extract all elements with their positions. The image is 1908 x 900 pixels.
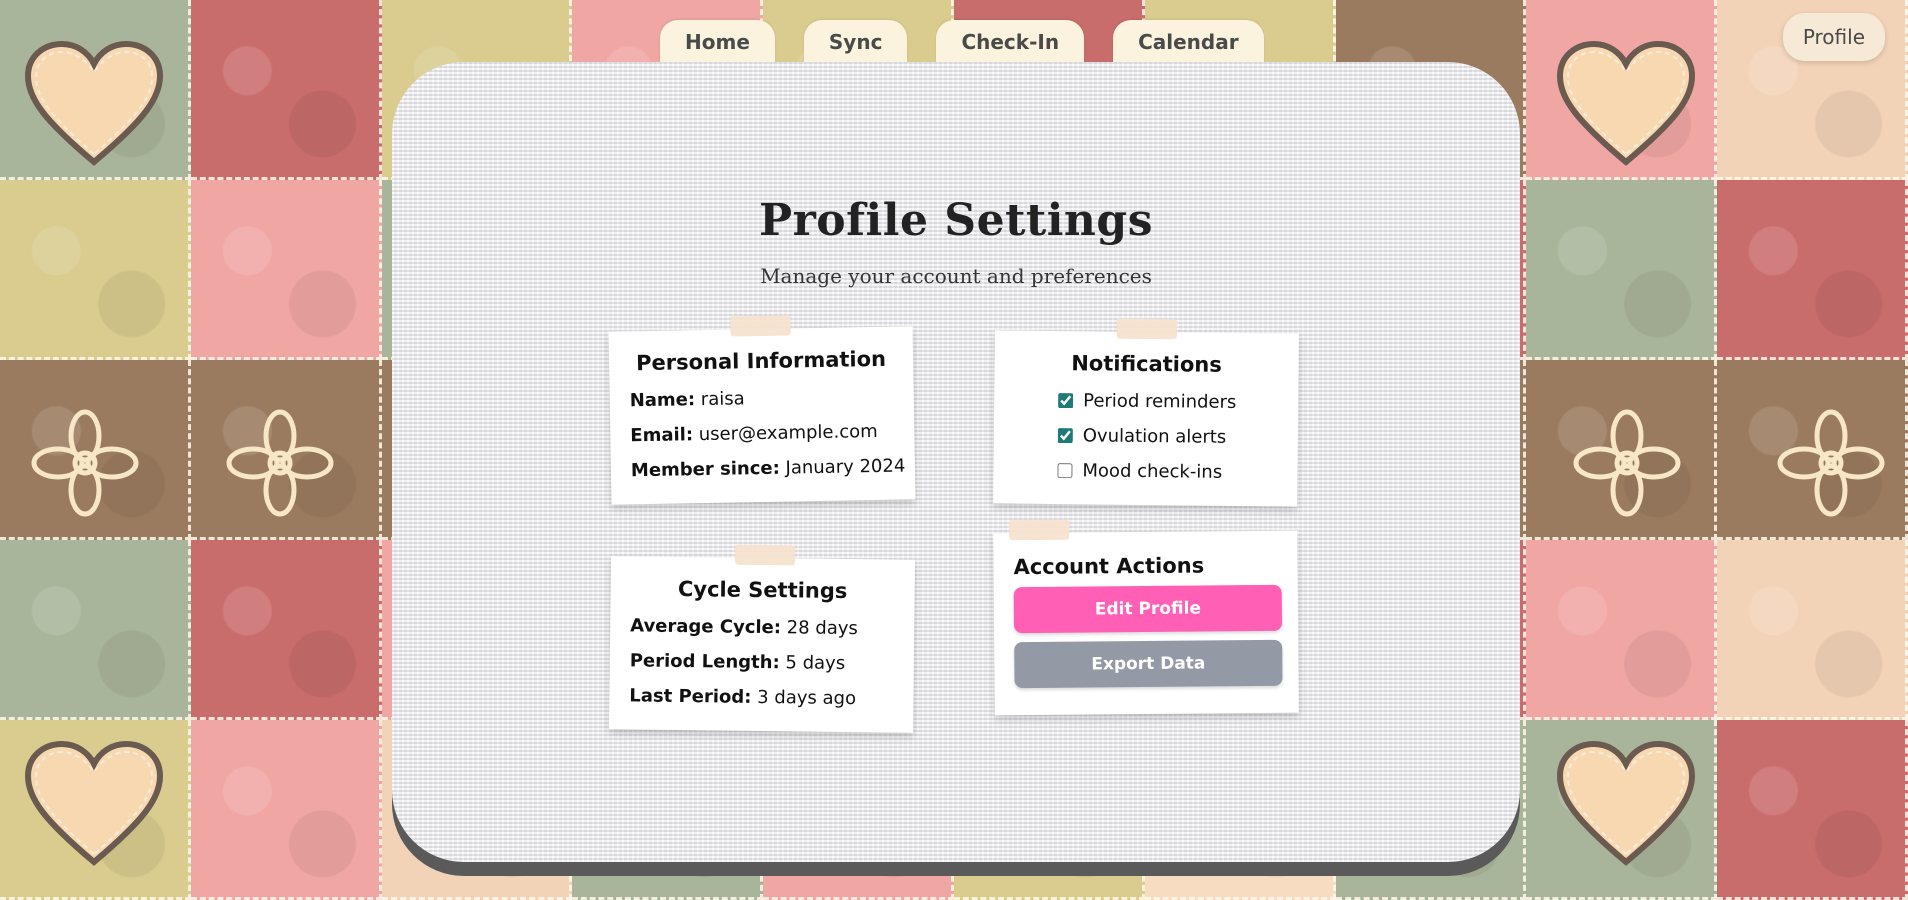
name-label: Name: bbox=[629, 389, 696, 412]
notifications-heading: Notifications bbox=[1071, 351, 1222, 377]
profile-settings-board: Profile Settings Manage your account and… bbox=[392, 62, 1520, 862]
email-label: Email: bbox=[630, 424, 694, 447]
email-row: Email: user@example.com bbox=[630, 414, 895, 454]
period-reminders-option[interactable]: Period reminders bbox=[1014, 383, 1278, 421]
notifications-card: Notifications Period reminders Ovulation… bbox=[993, 318, 1299, 507]
personal-information-card: Personal Information Name: raisa Email: … bbox=[608, 315, 916, 505]
last-period-value: 3 days ago bbox=[757, 686, 857, 710]
tape-strip bbox=[730, 315, 791, 337]
flower-icon bbox=[1777, 409, 1885, 517]
tape-strip bbox=[1116, 318, 1178, 340]
name-value: raisa bbox=[700, 388, 745, 411]
heart-icon bbox=[24, 740, 164, 866]
tab-sync[interactable]: Sync bbox=[803, 20, 908, 64]
average-cycle-row: Average Cycle: 28 days bbox=[630, 608, 894, 646]
last-period-row: Last Period: 3 days ago bbox=[629, 678, 893, 716]
heart-icon bbox=[1556, 40, 1696, 166]
page-title: Profile Settings bbox=[759, 195, 1153, 246]
period-reminders-label: Period reminders bbox=[1083, 390, 1237, 413]
heart-icon bbox=[24, 40, 164, 166]
average-cycle-label: Average Cycle: bbox=[630, 615, 782, 639]
period-length-row: Period Length: 5 days bbox=[630, 643, 894, 681]
profile-button[interactable]: Profile bbox=[1782, 13, 1885, 61]
mood-check-ins-label: Mood check-ins bbox=[1082, 460, 1223, 483]
account-actions-card: Account Actions Edit Profile Export Data bbox=[993, 519, 1299, 716]
account-actions-heading: Account Actions bbox=[1013, 553, 1205, 580]
member-since-row: Member since: January 2024 bbox=[630, 449, 906, 489]
edit-profile-button[interactable]: Edit Profile bbox=[1013, 584, 1283, 634]
member-since-label: Member since: bbox=[630, 457, 780, 482]
cycle-settings-card: Cycle Settings Average Cycle: 28 days Pe… bbox=[608, 544, 916, 733]
name-row: Name: raisa bbox=[629, 379, 894, 419]
email-value: user@example.com bbox=[698, 420, 878, 446]
member-since-value: January 2024 bbox=[785, 455, 906, 479]
tab-check-in[interactable]: Check-In bbox=[936, 20, 1085, 64]
tab-home[interactable]: Home bbox=[660, 20, 775, 64]
main-nav-tabs: Home Sync Check-In Calendar bbox=[660, 20, 1264, 64]
average-cycle-value: 28 days bbox=[786, 617, 859, 640]
period-length-value: 5 days bbox=[785, 652, 846, 675]
ovulation-alerts-label: Ovulation alerts bbox=[1082, 425, 1227, 448]
tab-calendar[interactable]: Calendar bbox=[1113, 20, 1264, 64]
tape-strip bbox=[734, 544, 796, 566]
flower-icon bbox=[1573, 409, 1681, 517]
cycle-settings-heading: Cycle Settings bbox=[677, 576, 848, 604]
tape-strip bbox=[1009, 519, 1070, 541]
mood-check-ins-option[interactable]: Mood check-ins bbox=[1013, 453, 1277, 491]
page-subtitle: Manage your account and preferences bbox=[760, 264, 1152, 288]
mood-check-ins-checkbox[interactable] bbox=[1057, 463, 1073, 479]
ovulation-alerts-option[interactable]: Ovulation alerts bbox=[1014, 418, 1278, 456]
export-data-button[interactable]: Export Data bbox=[1014, 639, 1283, 689]
last-period-label: Last Period: bbox=[629, 685, 752, 708]
ovulation-alerts-checkbox[interactable] bbox=[1057, 428, 1073, 444]
heart-icon bbox=[1556, 740, 1696, 866]
flower-icon bbox=[226, 409, 334, 517]
personal-information-heading: Personal Information bbox=[635, 346, 887, 376]
flower-icon bbox=[31, 409, 139, 517]
period-length-label: Period Length: bbox=[629, 650, 780, 674]
period-reminders-checkbox[interactable] bbox=[1058, 393, 1074, 409]
